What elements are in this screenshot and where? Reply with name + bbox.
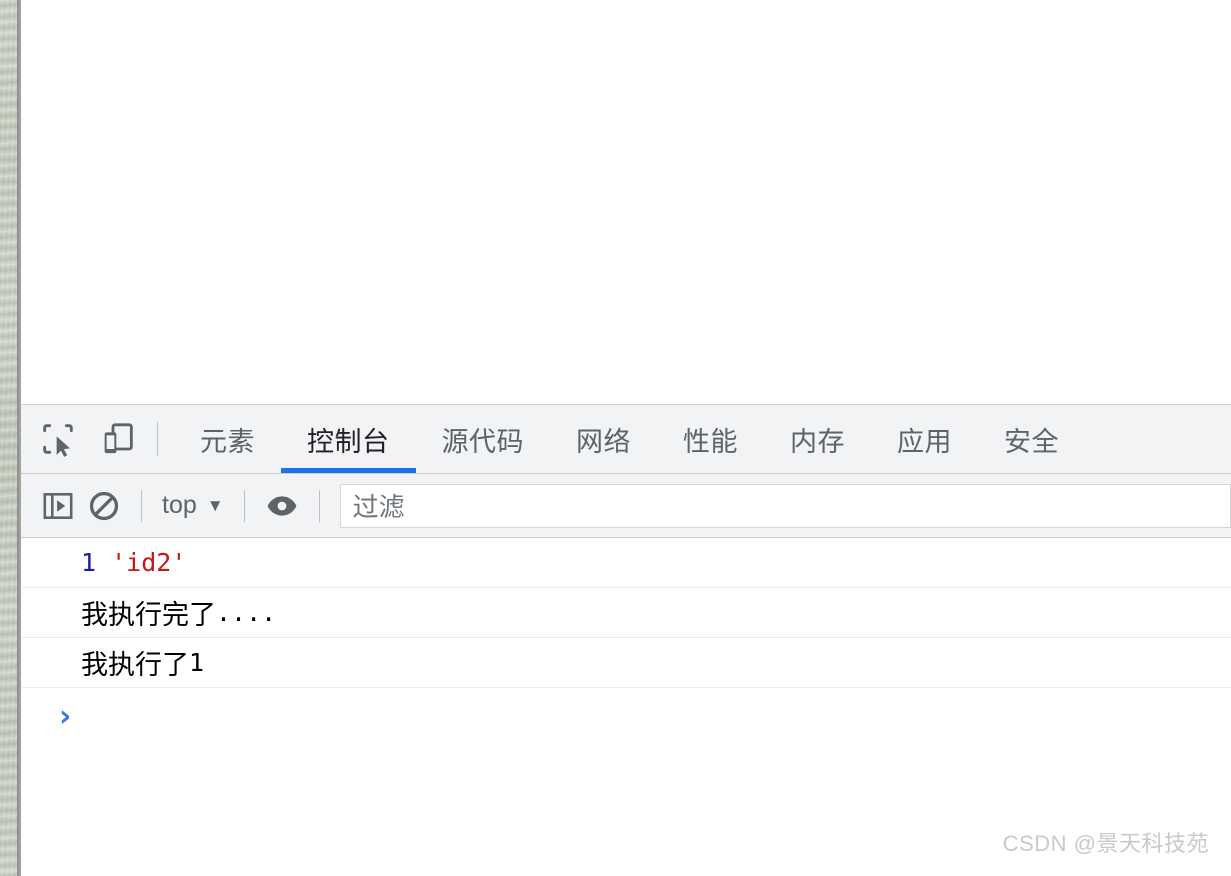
console-message-list[interactable]: 1 'id2' 我执行完了 .... 我执行了 1 › CSDN @景天科技苑 xyxy=(21,538,1231,876)
console-message-suffix: .... xyxy=(216,598,277,627)
console-message-row[interactable]: 我执行了 1 xyxy=(21,638,1231,688)
console-toolbar-separator-3 xyxy=(318,489,320,522)
console-context-selector[interactable]: top ▼ xyxy=(156,491,230,520)
tab-console-label: 控制台 xyxy=(307,426,390,457)
console-token-number: 1 xyxy=(81,548,97,577)
page-viewport xyxy=(21,0,1231,404)
screenshot-root: 元素 控制台 源代码 网络 性能 内存 应用 安全 top ▼ 过滤 1 'id… xyxy=(0,0,1231,876)
inspect-element-icon[interactable] xyxy=(35,416,81,462)
console-message-row[interactable]: 我执行完了 .... xyxy=(21,588,1231,638)
tab-memory[interactable]: 内存 xyxy=(764,405,871,473)
page-edge-texture-strip xyxy=(0,0,17,876)
console-filter-placeholder: 过滤 xyxy=(352,492,405,522)
tab-network[interactable]: 网络 xyxy=(550,405,657,473)
tab-sources[interactable]: 源代码 xyxy=(416,405,551,473)
tab-elements[interactable]: 元素 xyxy=(174,405,281,473)
devtools-tool-icons xyxy=(21,416,141,462)
chevron-down-icon: ▼ xyxy=(206,496,224,515)
tabbar-separator xyxy=(157,422,158,456)
csdn-watermark: CSDN @景天科技苑 xyxy=(1002,831,1209,856)
devtools-panel: 元素 控制台 源代码 网络 性能 内存 应用 安全 top ▼ 过滤 1 'id… xyxy=(21,404,1231,876)
console-toolbar-separator-2 xyxy=(243,489,245,522)
device-toolbar-icon[interactable] xyxy=(95,416,141,462)
devtools-tabs: 元素 控制台 源代码 网络 性能 内存 应用 安全 xyxy=(174,405,1085,473)
devtools-tabbar: 元素 控制台 源代码 网络 性能 内存 应用 安全 xyxy=(21,405,1231,474)
console-context-value: top xyxy=(162,491,197,519)
console-token-space xyxy=(96,548,111,577)
tab-performance[interactable]: 性能 xyxy=(657,405,764,473)
tab-memory-label: 内存 xyxy=(790,426,845,457)
tab-network-label: 网络 xyxy=(576,426,631,457)
tab-application[interactable]: 应用 xyxy=(871,405,978,473)
console-message-text: 我执行完了 xyxy=(81,600,216,631)
console-prompt[interactable]: › xyxy=(21,688,1231,746)
console-toolbar: top ▼ 过滤 xyxy=(21,474,1231,538)
live-expression-eye-icon[interactable] xyxy=(259,483,305,529)
tab-console[interactable]: 控制台 xyxy=(281,405,416,473)
tab-performance-label: 性能 xyxy=(683,426,738,457)
show-console-sidebar-icon[interactable] xyxy=(35,483,81,529)
tab-security-label: 安全 xyxy=(1004,426,1059,457)
console-token-string: 'id2' xyxy=(111,548,187,577)
console-filter-input[interactable]: 过滤 xyxy=(339,483,1231,528)
console-prompt-chevron-icon: › xyxy=(59,699,72,734)
tab-application-label: 应用 xyxy=(897,426,952,457)
tab-security[interactable]: 安全 xyxy=(978,405,1085,473)
tab-sources-label: 源代码 xyxy=(441,426,524,457)
tab-elements-label: 元素 xyxy=(200,426,255,457)
console-message-row[interactable]: 1 'id2' xyxy=(21,538,1231,588)
console-toolbar-separator-1 xyxy=(141,489,142,522)
console-message-suffix: 1 xyxy=(189,648,205,677)
clear-console-icon[interactable] xyxy=(81,483,127,529)
console-message-text: 我执行了 xyxy=(81,650,189,681)
